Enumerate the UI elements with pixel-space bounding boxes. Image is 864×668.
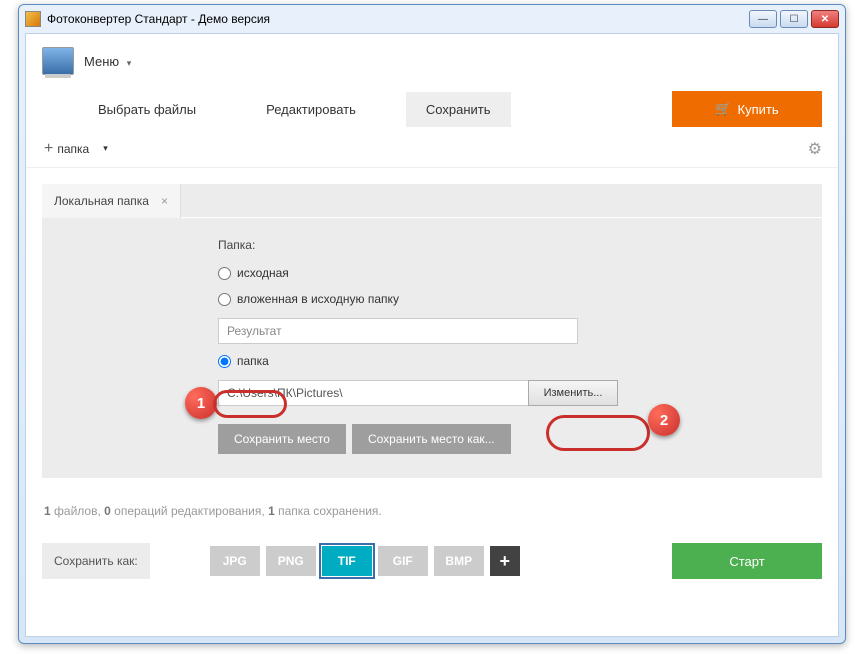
format-bmp[interactable]: BMP <box>434 546 484 576</box>
app-body: Меню ▾ Выбрать файлы Редактировать Сохра… <box>25 33 839 637</box>
radio-nested-label: вложенная в исходную папку <box>237 292 399 306</box>
window-frame: Фотоконвертер Стандарт - Демо версия — ☐… <box>18 4 846 644</box>
minimize-button[interactable]: — <box>749 10 777 28</box>
nav-row: Выбрать файлы Редактировать Сохранить 🛒 … <box>26 88 838 130</box>
format-gif[interactable]: GIF <box>378 546 428 576</box>
chevron-down-icon: ▾ <box>127 58 132 68</box>
cart-icon: 🛒 <box>715 101 731 117</box>
format-png[interactable]: PNG <box>266 546 316 576</box>
path-input[interactable] <box>218 380 528 406</box>
settings-panel: Локальная папка × Папка: исходная вложен… <box>42 184 822 478</box>
add-folder-label[interactable]: папка <box>57 142 89 156</box>
ops-count: 0 <box>104 504 111 518</box>
format-jpg[interactable]: JPG <box>210 546 260 576</box>
close-button[interactable]: ✕ <box>811 10 839 28</box>
subtabs: Локальная папка × <box>42 184 822 218</box>
window-title: Фотоконвертер Стандарт - Демо версия <box>47 12 749 26</box>
content-area: Локальная папка × Папка: исходная вложен… <box>26 168 838 494</box>
app-icon <box>25 11 41 27</box>
buy-label: Купить <box>738 102 779 117</box>
radio-folder-label: папка <box>237 354 269 368</box>
add-bar: + папка ▾ ⚙ <box>26 130 838 168</box>
nested-folder-input[interactable] <box>218 318 578 344</box>
radio-folder-row[interactable]: папка <box>218 354 269 368</box>
menu-dropdown[interactable]: Меню ▾ <box>84 54 131 69</box>
buy-button[interactable]: 🛒 Купить <box>672 91 822 127</box>
radio-folder[interactable] <box>218 355 231 368</box>
radio-source-label: исходная <box>237 266 289 280</box>
plus-icon[interactable]: + <box>44 140 53 158</box>
subtab-local-folder[interactable]: Локальная папка × <box>42 184 181 218</box>
menu-row: Меню ▾ <box>26 34 838 88</box>
save-as-label: Сохранить как: <box>42 543 150 579</box>
format-add-button[interactable]: + <box>490 546 520 576</box>
panel-body: Папка: исходная вложенная в исходную пап… <box>42 218 822 478</box>
save-buttons: Сохранить место Сохранить место как... <box>218 424 792 454</box>
files-count: 1 <box>44 504 51 518</box>
radio-nested[interactable] <box>218 293 231 306</box>
tab-select-files[interactable]: Выбрать файлы <box>78 92 216 127</box>
radio-nested-row[interactable]: вложенная в исходную папку <box>218 292 792 306</box>
titlebar[interactable]: Фотоконвертер Стандарт - Демо версия — ☐… <box>19 5 845 33</box>
radio-source-row[interactable]: исходная <box>218 266 792 280</box>
format-tif[interactable]: TIF <box>322 546 372 576</box>
radio-source[interactable] <box>218 267 231 280</box>
subtab-label: Локальная папка <box>54 194 149 208</box>
maximize-button[interactable]: ☐ <box>780 10 808 28</box>
app-logo-icon <box>42 47 74 75</box>
folders-count: 1 <box>268 504 275 518</box>
tab-save[interactable]: Сохранить <box>406 92 511 127</box>
change-button[interactable]: Изменить... <box>528 380 618 406</box>
menu-label: Меню <box>84 54 119 69</box>
gear-icon[interactable]: ⚙ <box>808 139 822 159</box>
path-row: Изменить... <box>218 380 792 406</box>
ops-word: операций редактирования, <box>111 504 268 518</box>
files-word: файлов, <box>51 504 104 518</box>
tab-edit[interactable]: Редактировать <box>246 92 376 127</box>
close-icon[interactable]: × <box>161 194 168 208</box>
chevron-down-icon[interactable]: ▾ <box>103 143 108 154</box>
save-place-as-button[interactable]: Сохранить место как... <box>352 424 511 454</box>
bottom-bar: Сохранить как: JPG PNG TIF GIF BMP + Ста… <box>26 536 838 586</box>
folder-heading: Папка: <box>218 238 792 252</box>
folders-word: папка сохранения. <box>275 504 382 518</box>
start-button[interactable]: Старт <box>672 543 822 579</box>
status-bar: 1 файлов, 0 операций редактирования, 1 п… <box>26 494 838 536</box>
format-group: JPG PNG TIF GIF BMP + <box>210 546 520 576</box>
save-place-button[interactable]: Сохранить место <box>218 424 346 454</box>
